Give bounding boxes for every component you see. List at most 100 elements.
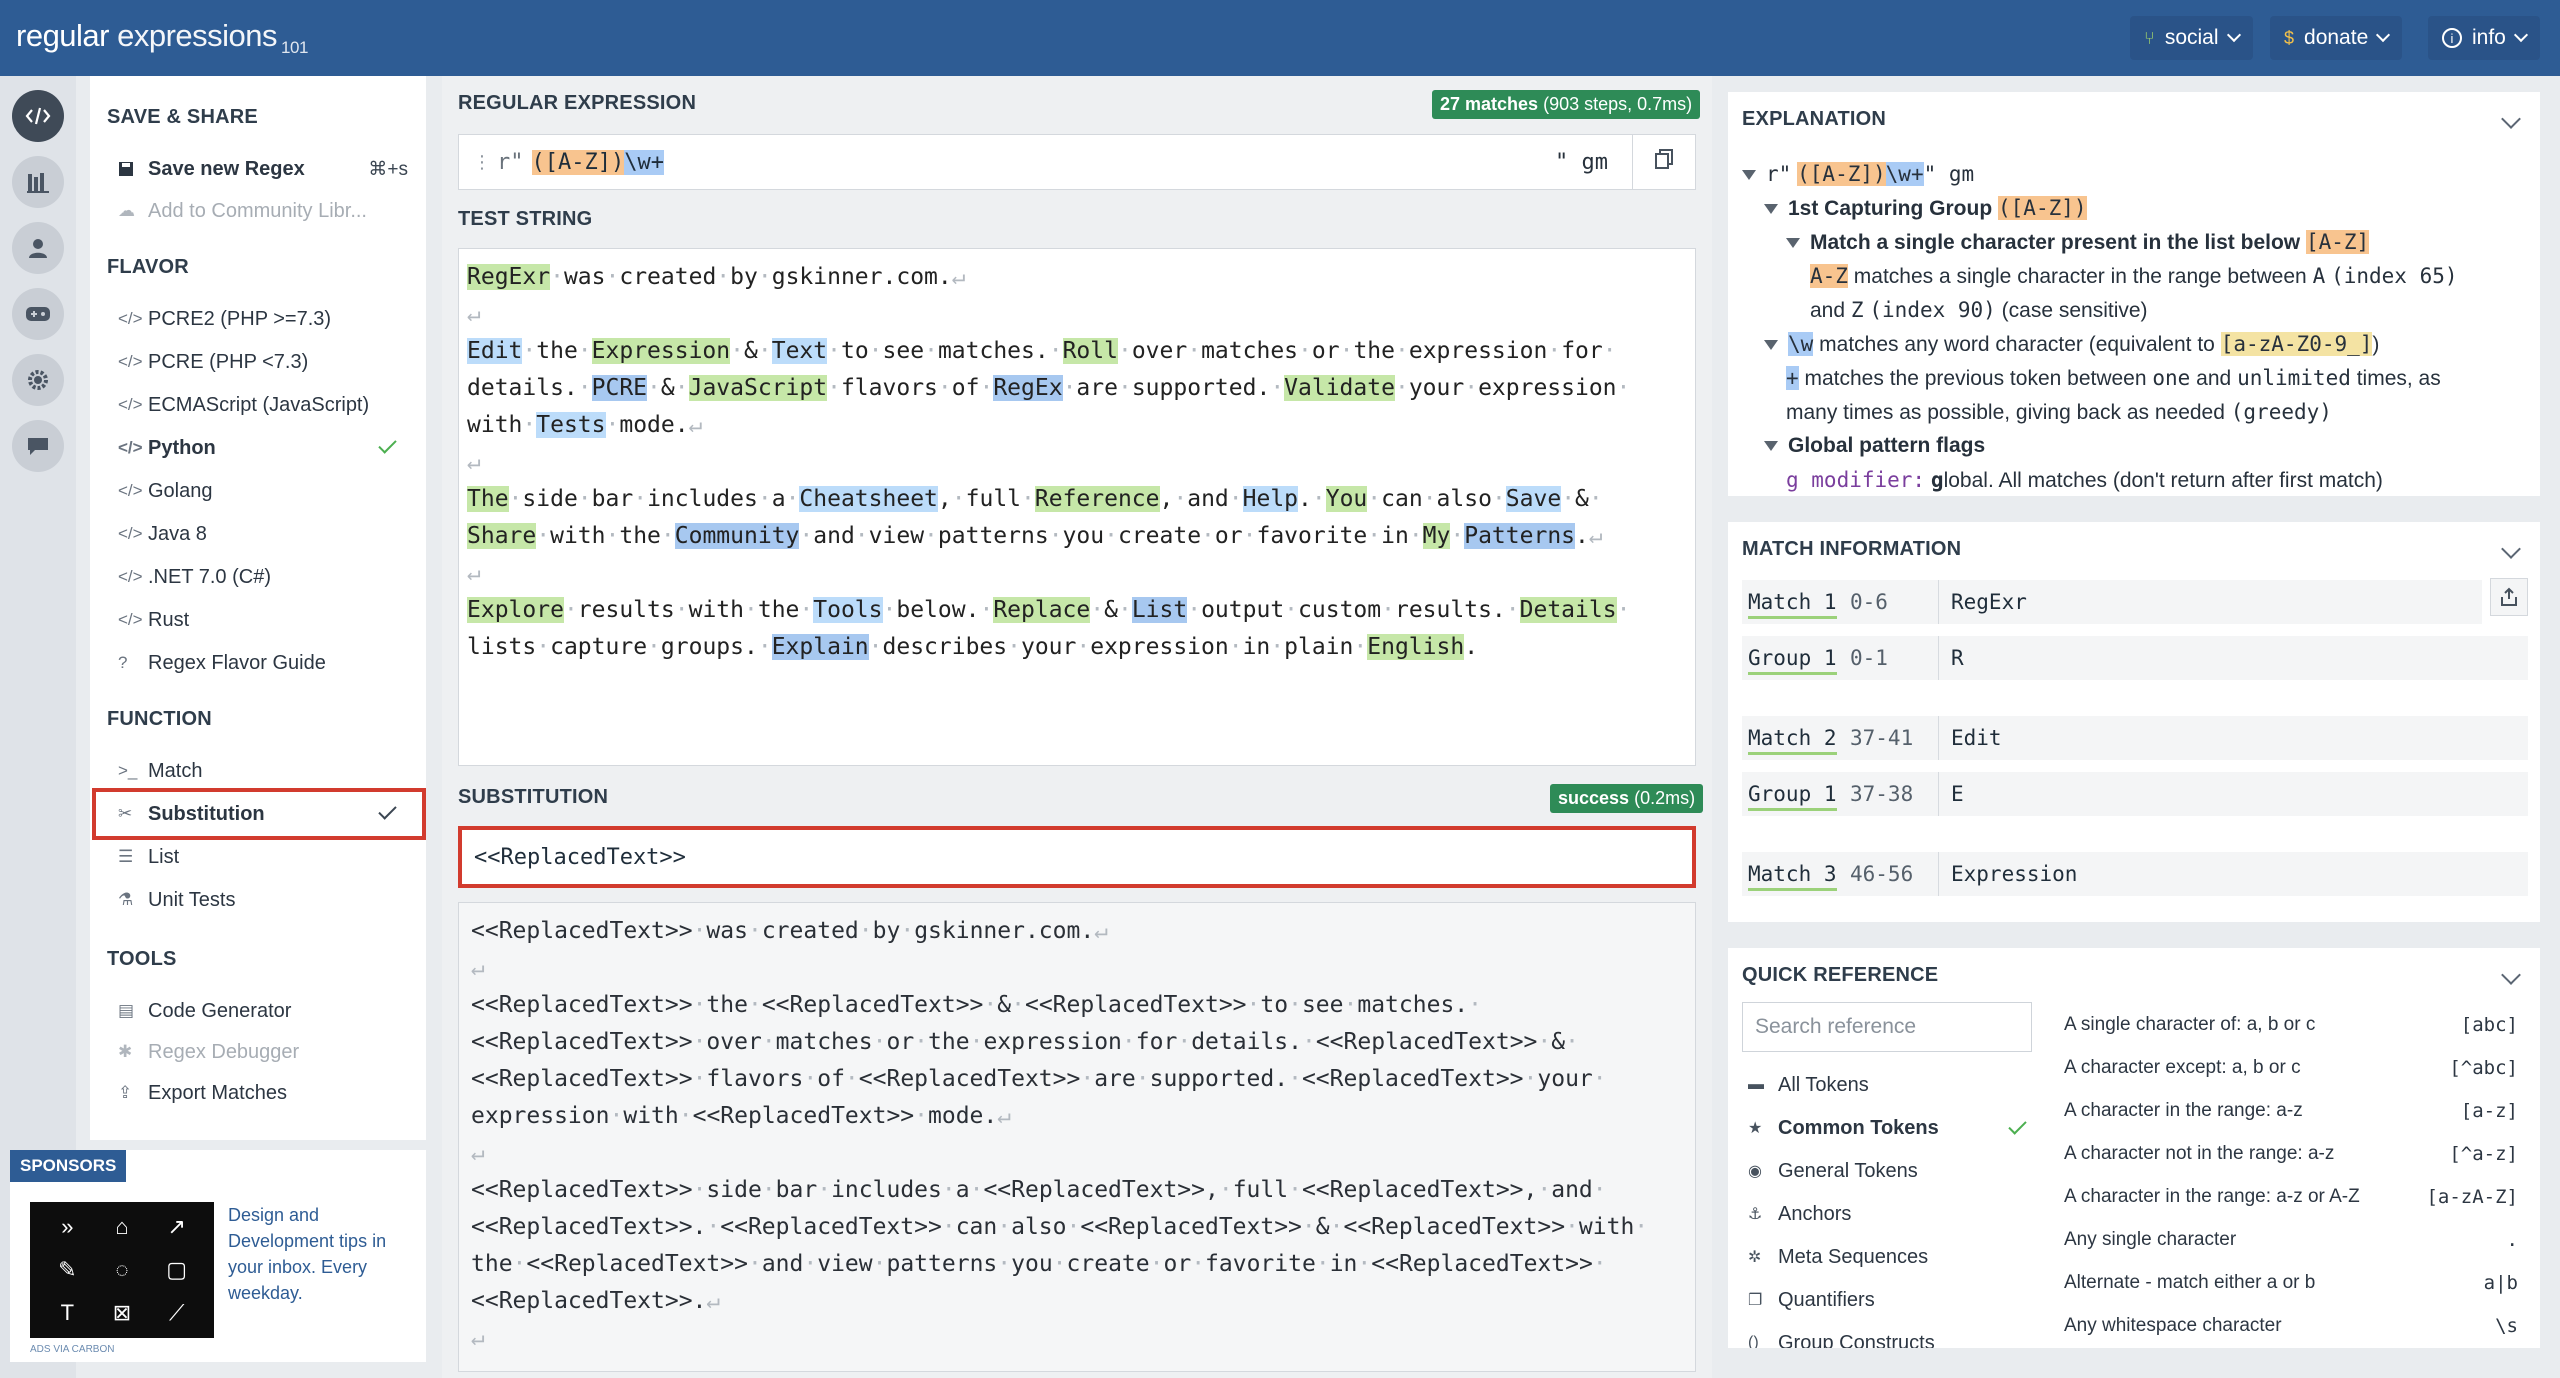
test-string-editor[interactable]: RegExr·was·created·by·gskinner.com.↵ ↵ E… (458, 248, 1696, 766)
exp-single[interactable]: Match a single character present in the … (1786, 230, 2370, 255)
qr-cat-quantifiers[interactable]: ❐ Quantifiers (1748, 1279, 2038, 1321)
star-icon: ★ (1748, 1120, 1763, 1137)
qr-cat-anchors[interactable]: ⚓ Anchors (1748, 1193, 2038, 1235)
regex-flags[interactable]: " gm (1555, 150, 1608, 175)
regex-input[interactable]: ⋮ r" ([A-Z])\w+ " gm (458, 134, 1696, 190)
check-icon (2008, 1115, 2027, 1135)
doc-icon: ▢ (166, 1256, 188, 1282)
search-reference-input[interactable]: Search reference (1742, 1002, 2032, 1052)
editor-icon[interactable] (12, 90, 64, 142)
qr-row[interactable]: A character except: a, b or c [^abc] (2064, 1047, 2518, 1089)
function-match[interactable]: >_ Match (118, 750, 408, 792)
social-button[interactable]: ⑂ social (2130, 16, 2253, 60)
ad-image[interactable]: » ⌂ ↗ ✎ ◌ ▢ T ⊠ ⟋ (30, 1202, 214, 1338)
info-button[interactable]: i info (2428, 16, 2540, 60)
match-row[interactable]: Match 2 37-41 Edit (1742, 716, 2528, 760)
dollar-icon: $ (2284, 27, 2295, 48)
qr-cat-all[interactable]: ▬ All Tokens (1748, 1064, 2038, 1106)
regex-text: ([A-Z])\w+ (531, 149, 664, 175)
qr-row[interactable]: Alternate - match either a or b a|b (2064, 1262, 2518, 1304)
chat-icon[interactable] (12, 420, 64, 472)
qr-cat-meta[interactable]: ✲ Meta Sequences (1748, 1236, 2038, 1278)
flavor-python[interactable]: </> Python (118, 427, 408, 469)
tool-code-generator[interactable]: ▤ Code Generator (118, 990, 408, 1032)
check-icon (378, 435, 397, 454)
exp-flags[interactable]: Global pattern flags (1764, 434, 1985, 458)
qr-row[interactable]: A character not in the range: a-z [^a-z] (2064, 1133, 2518, 1175)
copy-icon: ❐ (1748, 1292, 1763, 1309)
qr-cat-groups[interactable]: () Group Constructs (1748, 1322, 2038, 1349)
save-share-heading: SAVE & SHARE (107, 106, 258, 128)
list-icon: ☰ (118, 847, 134, 866)
qr-cat-general[interactable]: ◉ General Tokens (1748, 1150, 2038, 1192)
ad-text[interactable]: Design and Development tips in your inbo… (228, 1202, 410, 1306)
substitution-input[interactable]: <<ReplacedText>> (458, 826, 1696, 888)
qr-row[interactable]: A character in the range: a-z or A-Z [a-z… (2064, 1176, 2518, 1218)
cursor-icon: ↗ (167, 1214, 186, 1240)
parens-icon: () (1748, 1334, 1759, 1348)
substitution-badge: success (0.2ms) (1550, 784, 1704, 813)
group-row[interactable]: Group 1 37-38 E (1742, 772, 2528, 816)
flavor-java8[interactable]: </> Java 8 (118, 513, 408, 555)
regex-label: REGULAR EXPRESSION (458, 92, 697, 114)
line-icon: ⟋ (168, 1299, 185, 1325)
flavor-guide-link[interactable]: ? Regex Flavor Guide (118, 642, 408, 684)
function-list[interactable]: ☰ List (118, 836, 408, 878)
sponsors-label: SPONSORS (10, 1150, 127, 1182)
exp-group1[interactable]: 1st Capturing Group ([A-Z]) (1764, 196, 2087, 221)
substitution-label: SUBSTITUTION (458, 786, 609, 808)
quiz-icon[interactable] (12, 288, 64, 340)
code-icon: </> (118, 395, 143, 414)
file-code-icon: ▤ (118, 1001, 135, 1020)
group-row[interactable]: Group 1 0-1 R (1742, 636, 2528, 680)
logo[interactable]: regular expressions 101 (16, 18, 308, 58)
qr-row[interactable]: Any whitespace character \s (2064, 1305, 2518, 1347)
user-icon[interactable] (12, 222, 64, 274)
match-row[interactable]: Match 1 0-6 RegExr (1742, 580, 2482, 624)
flavor-rust[interactable]: </> Rust (118, 599, 408, 641)
library-icon[interactable] (12, 156, 64, 208)
function-unit-tests[interactable]: ⚗ Unit Tests (118, 879, 408, 921)
prompt-icon: >_ (118, 761, 138, 780)
code-icon: </> (118, 524, 143, 543)
qr-row[interactable]: A character in the range: a-z [a-z] (2064, 1090, 2518, 1132)
substitution-result: <<ReplacedText>>·was·created·by·gskinner… (458, 902, 1696, 1372)
gear-icon[interactable] (12, 354, 64, 406)
qr-cat-common[interactable]: ★ Common Tokens (1748, 1107, 2038, 1149)
carbon-link[interactable]: ADS VIA CARBON (30, 1344, 114, 1355)
tool-export-matches[interactable]: ⇪ Export Matches (118, 1072, 408, 1114)
chevron-down-icon[interactable] (2501, 539, 2521, 559)
donate-button[interactable]: $ donate (2270, 16, 2403, 60)
drag-handle-icon[interactable]: ⋮ (459, 152, 497, 173)
chevron-down-icon[interactable] (2501, 109, 2521, 129)
exp-w[interactable]: \w matches any word character (equivalen… (1764, 332, 2379, 357)
qr-row[interactable]: Any single character. (2064, 1219, 2518, 1261)
exp-root[interactable]: r" ([A-Z])\w+" gm (1742, 162, 1974, 187)
exp-plus: + matches the previous token between one… (1786, 366, 2441, 390)
bug-icon: ✱ (118, 1042, 133, 1061)
chevrons-icon: » (61, 1214, 74, 1240)
code-icon: </> (118, 352, 143, 371)
export-icon[interactable] (2490, 578, 2528, 616)
save-new-regex-button[interactable]: Save new Regex ⌘+s (118, 148, 408, 190)
chevron-down-icon[interactable] (2501, 965, 2521, 985)
match-row[interactable]: Match 3 46-56 Expression (1742, 852, 2528, 896)
flavor-pcre[interactable]: </> PCRE (PHP <7.3) (118, 341, 408, 383)
flavor-dotnet[interactable]: </> .NET 7.0 (C#) (118, 556, 408, 598)
add-community-button[interactable]: ☁ Add to Community Libr... (118, 190, 408, 232)
match-count-badge: 27 matches (903 steps, 0.7ms) (1432, 90, 1701, 119)
copy-icon[interactable] (1633, 149, 1695, 175)
flavor-golang[interactable]: </> Golang (118, 470, 408, 512)
chevron-down-icon (2376, 27, 2391, 43)
function-heading: FUNCTION (107, 708, 212, 730)
home-icon: ⌂ (115, 1214, 129, 1240)
flavor-ecmascript[interactable]: </> ECMAScript (JavaScript) (118, 384, 408, 426)
tool-regex-debugger[interactable]: ✱ Regex Debugger (118, 1031, 408, 1073)
qr-row[interactable]: A single character of: a, b or c [abc] (2064, 1004, 2518, 1046)
code-icon: </> (118, 610, 143, 629)
export-icon: ⇪ (118, 1083, 133, 1102)
chevron-down-icon (2226, 27, 2241, 43)
frame-icon: ⊠ (112, 1299, 132, 1325)
exp-plus-2: many times as possible, giving back as n… (1786, 400, 2332, 424)
flavor-pcre2[interactable]: </> PCRE2 (PHP >=7.3) (118, 298, 408, 340)
